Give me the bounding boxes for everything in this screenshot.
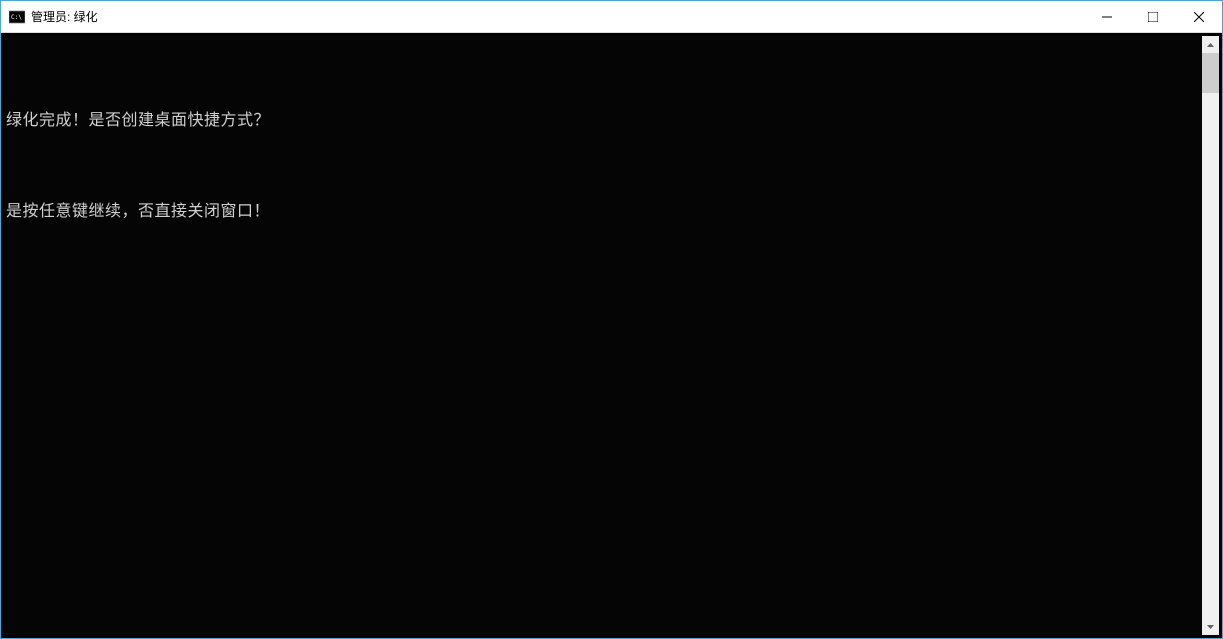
vertical-scrollbar[interactable]	[1202, 36, 1219, 635]
scroll-down-button[interactable]	[1202, 618, 1219, 635]
close-button[interactable]	[1176, 1, 1222, 32]
scroll-thumb[interactable]	[1202, 53, 1219, 93]
window-title: 管理员: 绿化	[31, 8, 1084, 25]
console-line: 绿化完成！是否创建桌面快捷方式？	[6, 105, 1202, 135]
svg-text:C:\: C:\	[11, 14, 22, 21]
maximize-button[interactable]	[1130, 1, 1176, 32]
console-output[interactable]: 绿化完成！是否创建桌面快捷方式？ 是按任意键继续，否直接关闭窗口！	[4, 36, 1202, 635]
scroll-track[interactable]	[1202, 53, 1219, 618]
console-line: 是按任意键继续，否直接关闭窗口！	[6, 196, 1202, 226]
minimize-button[interactable]	[1084, 1, 1130, 32]
cmd-icon: C:\	[9, 9, 25, 25]
window-controls	[1084, 1, 1222, 32]
content-area: 绿化完成！是否创建桌面快捷方式？ 是按任意键继续，否直接关闭窗口！	[1, 33, 1222, 638]
console-window: C:\ 管理员: 绿化 绿化完成！是否创建桌面快捷方式？ 是按任意键继续，否直接…	[0, 0, 1223, 639]
titlebar[interactable]: C:\ 管理员: 绿化	[1, 1, 1222, 33]
scroll-up-button[interactable]	[1202, 36, 1219, 53]
